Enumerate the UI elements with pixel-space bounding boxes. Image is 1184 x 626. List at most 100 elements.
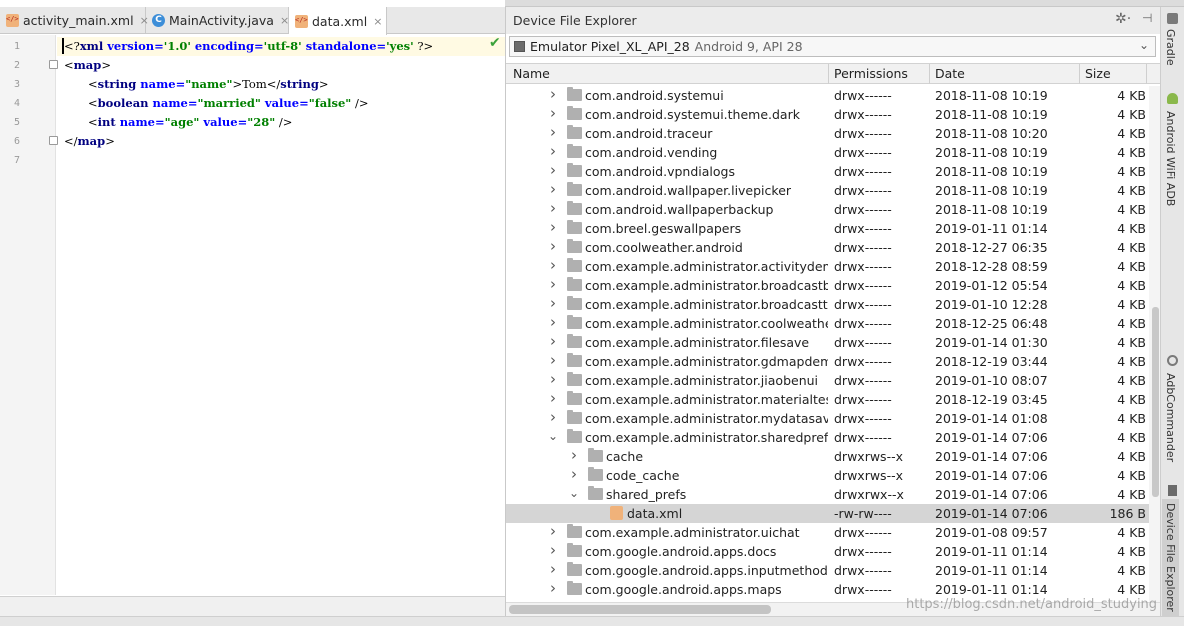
tool-gradle[interactable]: Gradle <box>1164 29 1177 66</box>
file-date: 2019-01-08 09:57 <box>935 525 1048 540</box>
horizontal-scrollbar-thumb[interactable] <box>509 605 771 614</box>
column-header-size[interactable]: Size <box>1085 66 1111 81</box>
folder-icon <box>567 410 582 424</box>
chevron-right-icon[interactable]: › <box>548 579 558 597</box>
chevron-right-icon[interactable]: › <box>548 541 558 559</box>
file-size: 4 KB <box>1117 240 1146 255</box>
column-header-permissions[interactable]: Permissions <box>834 66 908 81</box>
file-size: 4 KB <box>1117 335 1146 350</box>
chevron-down-icon[interactable]: ⌄ <box>548 429 558 443</box>
table-row[interactable]: › com.example.administrator.uichat drwx---… <box>506 522 1149 542</box>
chevron-right-icon[interactable]: › <box>569 446 579 464</box>
table-row[interactable]: › com.example.administrator.activitydemo d… <box>506 256 1149 276</box>
chevron-right-icon[interactable]: › <box>548 408 558 426</box>
file-date: 2019-01-14 07:06 <box>935 430 1048 445</box>
tool-adbcommander[interactable]: AdbCommander <box>1164 373 1177 462</box>
chevron-right-icon[interactable]: › <box>548 256 558 274</box>
check-icon[interactable]: ✔ <box>489 35 501 51</box>
file-date: 2019-01-14 01:08 <box>935 411 1048 426</box>
table-row[interactable]: › com.android.wallpaper.livepicker drwx---… <box>506 180 1149 200</box>
file-permissions: drwx------ <box>834 354 892 369</box>
chevron-right-icon[interactable]: › <box>548 389 558 407</box>
tab-mainactivity-java[interactable]: C MainActivity.java × <box>146 7 289 34</box>
fold-toggle-icon[interactable] <box>49 60 58 69</box>
chevron-right-icon[interactable]: › <box>548 86 558 103</box>
table-row[interactable]: ⌄ com.example.administrator.sharedprefere… <box>506 428 1149 447</box>
table-row[interactable]: ⌄ shared_prefs drwxrwx--x 2019-01-14 07:06 4… <box>506 485 1149 504</box>
chevron-right-icon[interactable]: › <box>548 199 558 217</box>
chevron-right-icon[interactable]: › <box>548 332 558 350</box>
folder-icon <box>567 562 582 576</box>
close-icon[interactable]: × <box>280 14 289 27</box>
file-size: 4 KB <box>1117 373 1146 388</box>
code-line-3[interactable]: <string name="name">Tom</string> <box>88 77 329 91</box>
column-divider[interactable] <box>828 64 829 84</box>
table-row[interactable]: › com.android.systemui.theme.dark drwx----… <box>506 104 1149 124</box>
file-size: 4 KB <box>1117 278 1146 293</box>
chevron-right-icon[interactable]: › <box>548 161 558 179</box>
table-row[interactable]: › com.google.android.apps.inputmethod.hin… <box>506 560 1149 580</box>
chevron-right-icon[interactable]: › <box>548 104 558 122</box>
vertical-scrollbar-thumb[interactable] <box>1152 307 1159 497</box>
column-divider[interactable] <box>1146 64 1147 84</box>
chevron-right-icon[interactable]: › <box>548 180 558 198</box>
table-row[interactable]: › com.example.administrator.gdmapdemo drwx… <box>506 351 1149 371</box>
file-name: com.example.administrator.broadcasttest <box>585 297 828 312</box>
chevron-right-icon[interactable]: › <box>548 351 558 369</box>
folder-icon <box>567 543 582 557</box>
table-row[interactable]: › com.example.administrator.mydatasave drw… <box>506 408 1149 428</box>
code-line-1[interactable]: <?xml version='1.0' encoding='utf-8' sta… <box>64 39 433 53</box>
column-header-name[interactable]: Name <box>513 66 550 81</box>
chevron-right-icon[interactable]: › <box>548 218 558 236</box>
column-divider[interactable] <box>1079 64 1080 84</box>
chevron-right-icon[interactable]: › <box>548 237 558 255</box>
table-row[interactable]: › com.android.vpndialogs drwx------ 2018-11… <box>506 161 1149 181</box>
tab-activity-main-xml[interactable]: activity_main.xml × <box>0 7 149 34</box>
gear-icon[interactable]: ✲· <box>1115 11 1131 27</box>
chevron-right-icon[interactable]: › <box>548 370 558 388</box>
column-divider[interactable] <box>929 64 930 84</box>
table-row[interactable]: › cache drwxrws--x 2019-01-14 07:06 4 KB <box>506 446 1149 466</box>
chevron-right-icon[interactable]: › <box>548 123 558 141</box>
table-row[interactable]: › com.example.administrator.broadcasttest… <box>506 294 1149 314</box>
table-row[interactable]: › com.coolweather.android drwx------ 2018-1… <box>506 237 1149 257</box>
fold-toggle-icon[interactable] <box>49 136 58 145</box>
tool-device-file-explorer[interactable]: Device File Explorer <box>1162 499 1179 616</box>
table-row[interactable]: › com.example.administrator.jiaobenui drwx… <box>506 370 1149 390</box>
file-date: 2018-12-25 06:48 <box>935 316 1048 331</box>
column-header-date[interactable]: Date <box>935 66 965 81</box>
device-dropdown[interactable]: Emulator Pixel_XL_API_28 Android 9, API … <box>509 36 1156 57</box>
chevron-right-icon[interactable]: › <box>548 294 558 312</box>
chevron-right-icon[interactable]: › <box>548 142 558 160</box>
table-row[interactable]: › com.android.vending drwx------ 2018-11-08… <box>506 142 1149 162</box>
tab-data-xml[interactable]: data.xml × <box>289 7 387 35</box>
code-line-5[interactable]: <int name="age" value="28" /> <box>88 115 292 129</box>
table-row[interactable]: › com.breel.geswallpapers drwx------ 2019-0… <box>506 218 1149 238</box>
table-row[interactable]: › com.example.administrator.materialtest d… <box>506 389 1149 409</box>
table-row[interactable]: › com.example.administrator.coolweather dr… <box>506 313 1149 333</box>
table-row[interactable]: › com.example.administrator.broadcastbest… <box>506 275 1149 295</box>
close-icon[interactable]: × <box>373 15 382 28</box>
table-row[interactable]: › com.google.android.apps.docs drwx------ 2… <box>506 541 1149 561</box>
code-line-2[interactable]: <map> <box>64 58 111 72</box>
table-row[interactable]: › com.android.systemui drwx------ 2018-11-0… <box>506 86 1149 105</box>
table-row[interactable]: › com.example.administrator.filesave drwx-… <box>506 332 1149 352</box>
editor-horizontal-scrollbar[interactable] <box>0 596 505 616</box>
chevron-down-icon[interactable]: ⌄ <box>569 486 579 500</box>
tool-android-wifi-adb[interactable]: Android WiFi ADB <box>1164 111 1177 206</box>
table-row[interactable]: data.xml -rw-rw---- 2019-01-14 07:06 186 B <box>506 504 1149 523</box>
chevron-right-icon[interactable]: › <box>548 560 558 578</box>
file-name: code_cache <box>606 468 680 483</box>
table-row[interactable]: › com.android.wallpaperbackup drwx------ 20… <box>506 199 1149 219</box>
chevron-right-icon[interactable]: › <box>548 313 558 331</box>
table-row[interactable]: › code_cache drwxrws--x 2019-01-14 07:06 4 K… <box>506 465 1149 485</box>
file-size: 4 KB <box>1117 88 1146 103</box>
chevron-right-icon[interactable]: › <box>569 465 579 483</box>
table-row[interactable]: › com.android.traceur drwx------ 2018-11-08… <box>506 123 1149 143</box>
chevron-right-icon[interactable]: › <box>548 522 558 540</box>
code-line-4[interactable]: <boolean name="married" value="false" /> <box>88 96 368 110</box>
code-line-6[interactable]: </map> <box>64 134 115 148</box>
chevron-right-icon[interactable]: › <box>548 275 558 293</box>
hide-panel-icon[interactable]: ⊣ <box>1142 11 1152 25</box>
file-size: 4 KB <box>1117 107 1146 122</box>
